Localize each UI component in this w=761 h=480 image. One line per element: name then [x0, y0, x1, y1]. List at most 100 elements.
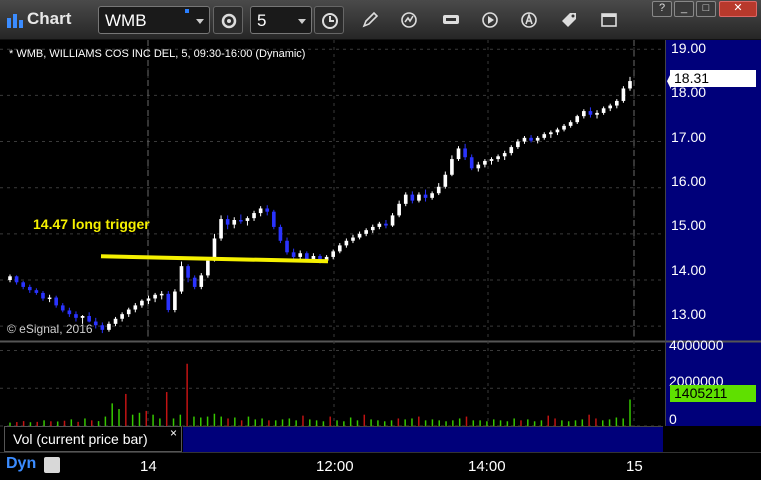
refresh-chart-icon[interactable] [399, 10, 419, 30]
candle-body [628, 81, 632, 89]
minimize-button[interactable]: _ [674, 1, 694, 17]
candle-body [27, 286, 32, 291]
candle-body [225, 219, 230, 225]
candle-body [516, 141, 520, 148]
candle-body [285, 240, 289, 253]
candle-body [54, 297, 58, 306]
trade-tag-icon[interactable] [559, 10, 579, 30]
close-button[interactable]: ✕ [719, 1, 757, 17]
candle-body [93, 321, 98, 326]
candle-body [219, 219, 223, 239]
candle-body [21, 282, 26, 287]
candle-body [113, 318, 118, 324]
maximize-panel-icon[interactable] [599, 10, 619, 30]
volume-tick: 4000000 [669, 337, 724, 353]
candle-body [608, 105, 613, 109]
candle-body [74, 314, 78, 318]
candle-body [311, 256, 316, 260]
price-tick: 19.00 [671, 40, 707, 56]
candle-body [252, 213, 256, 219]
clock-icon [322, 13, 338, 29]
candle-body [377, 223, 382, 227]
candle-body [417, 194, 421, 201]
candle-body [575, 116, 580, 123]
close-study-icon[interactable]: × [170, 426, 177, 440]
candle-body [555, 129, 560, 133]
symbol-settings-button[interactable] [213, 6, 243, 34]
symbol-info-label: * WMB, WILLIAMS COS INC DEL, 5, 09:30-16… [9, 48, 306, 60]
maximize-button[interactable]: □ [696, 1, 716, 17]
candle-body [443, 174, 448, 187]
candle-body [410, 194, 415, 201]
candle-body [384, 223, 388, 226]
alert-icon[interactable] [519, 10, 539, 30]
candle-body [232, 220, 237, 225]
candle-body [502, 153, 507, 157]
volume-study-label: Vol (current price bar) [13, 431, 148, 447]
dynamic-mode-label[interactable]: Dyn [6, 455, 36, 473]
window-title: Chart [27, 9, 72, 28]
candle-body [331, 251, 336, 257]
symbol-input[interactable]: WMB [98, 6, 210, 34]
price-tick: 15.00 [671, 217, 707, 233]
time-tick: 14:00 [468, 458, 506, 475]
time-tick: 12:00 [316, 458, 354, 475]
chart-toolbar: Chart WMB 5 ? _ □ ✕ [0, 0, 761, 40]
candle-body [41, 292, 45, 299]
time-axis[interactable] [0, 452, 761, 480]
candle-body [47, 297, 52, 300]
lock-icon[interactable] [44, 457, 60, 473]
trigger-annotation: 14.47 long trigger [33, 216, 150, 232]
candle-body [509, 147, 514, 154]
help-button[interactable]: ? [652, 1, 672, 17]
copyright-label: © eSignal, 2016 [7, 322, 93, 336]
chart-app-icon [7, 14, 23, 28]
candle-body [265, 208, 270, 212]
pencil-icon[interactable] [360, 10, 380, 30]
candle-body [192, 277, 197, 287]
volume-tick: 0 [669, 411, 677, 427]
candle-body [351, 237, 355, 241]
last-volume-tag: 1405211 [670, 385, 756, 402]
candle-body [126, 309, 131, 315]
candle-body [87, 316, 91, 322]
volume-study-tab[interactable]: Vol (current price bar) [4, 426, 182, 452]
candle-body [595, 112, 599, 115]
candle-body [153, 294, 157, 299]
candle-body [469, 157, 474, 169]
candle-body [476, 164, 481, 169]
candle-body [34, 290, 39, 293]
candle-body [397, 203, 401, 216]
price-tick: 17.00 [671, 129, 707, 145]
candle-body [186, 266, 190, 278]
candle-body [80, 316, 85, 318]
price-tick: 16.00 [671, 173, 707, 189]
candle-body [179, 266, 184, 292]
candle-body [14, 276, 19, 283]
candle-body [173, 291, 177, 310]
candle-body [133, 305, 138, 310]
candle-body [100, 325, 105, 330]
candle-body [239, 220, 243, 222]
chevron-down-icon[interactable] [196, 19, 204, 24]
price-tick: 14.00 [671, 262, 707, 278]
get-data-icon[interactable] [441, 10, 461, 30]
price-chart[interactable] [0, 40, 761, 452]
candle-body [67, 310, 72, 315]
chevron-down-icon[interactable] [298, 19, 306, 24]
candle-body [8, 276, 12, 280]
candle-body [166, 293, 171, 310]
play-icon[interactable] [480, 10, 500, 30]
candle-body [529, 137, 533, 141]
candle-body [291, 252, 296, 257]
candle-body [436, 186, 441, 194]
time-tick: 15 [626, 458, 643, 475]
candle-body [146, 298, 151, 301]
interval-input[interactable]: 5 [250, 6, 312, 34]
candle-body [456, 148, 461, 160]
candle-body [206, 260, 210, 276]
candle-body [60, 305, 65, 311]
candle-body [390, 215, 395, 226]
time-tick: 14 [140, 458, 157, 475]
interval-settings-button[interactable] [314, 6, 344, 34]
